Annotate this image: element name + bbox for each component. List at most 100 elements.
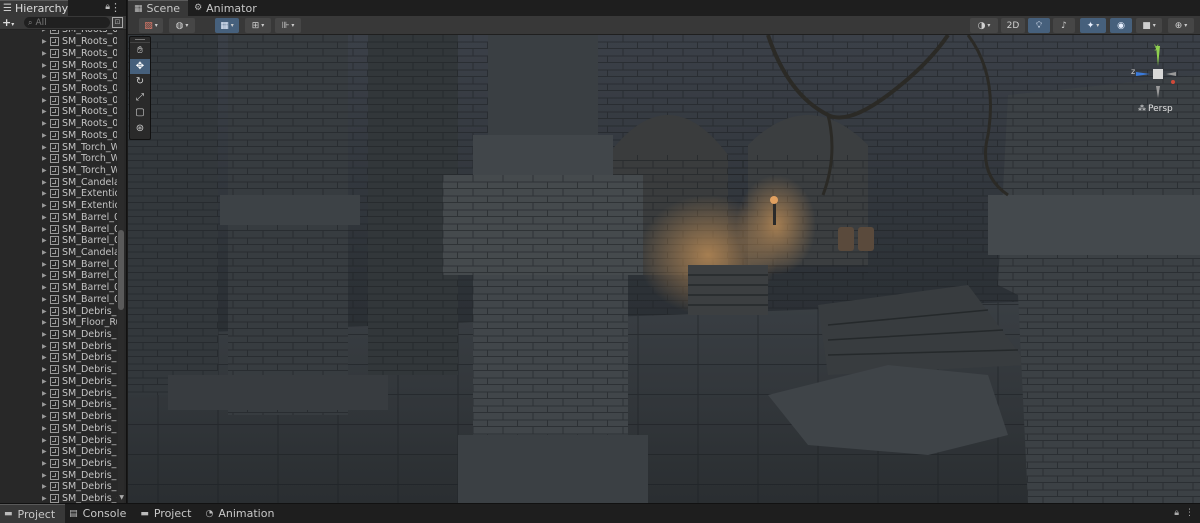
expand-arrow-icon[interactable]: ▶: [42, 202, 47, 209]
expand-arrow-icon[interactable]: ▶: [42, 272, 47, 279]
hierarchy-item[interactable]: ▶ SM_Barrel_0: [0, 282, 117, 294]
expand-arrow-icon[interactable]: ▶: [42, 472, 47, 479]
hierarchy-item[interactable]: ▶ SM_Debris_0: [0, 422, 117, 434]
hierarchy-item[interactable]: ▶ SM_Roots_0: [0, 36, 117, 48]
effects-button[interactable]: ✦ ▾: [1080, 18, 1106, 33]
hierarchy-item[interactable]: ▶ SM_Debris_F: [0, 399, 117, 411]
expand-arrow-icon[interactable]: ▶: [42, 85, 47, 92]
projection-toggle[interactable]: ⁂ Persp: [1138, 104, 1173, 114]
expand-arrow-icon[interactable]: ▶: [42, 167, 47, 174]
hierarchy-item[interactable]: ▶ SM_Roots_0: [0, 118, 117, 130]
expand-arrow-icon[interactable]: ▶: [42, 108, 47, 115]
scene-visibility-icon[interactable]: ⊡: [112, 17, 123, 28]
hierarchy-item[interactable]: ▶ SM_Debris_0: [0, 469, 117, 481]
hierarchy-item[interactable]: ▶ SM_Debris_0: [0, 340, 117, 352]
lighting-toggle-button[interactable]: 💡︎: [1028, 18, 1050, 33]
expand-arrow-icon[interactable]: ▶: [42, 296, 47, 303]
expand-arrow-icon[interactable]: ▶: [42, 97, 47, 104]
scroll-down-icon[interactable]: ▼: [119, 494, 124, 501]
expand-arrow-icon[interactable]: ▶: [42, 331, 47, 338]
expand-arrow-icon[interactable]: ▶: [42, 214, 47, 221]
render-mode-button[interactable]: ◍ ▾: [169, 18, 195, 33]
hierarchy-item[interactable]: ▶ SM_Extentio: [0, 200, 117, 212]
hierarchy-item[interactable]: ▶ SM_Debris_0: [0, 446, 117, 458]
hierarchy-item[interactable]: ▶ SM_Debris_0: [0, 458, 117, 470]
expand-arrow-icon[interactable]: ▶: [42, 319, 47, 326]
hierarchy-item[interactable]: ▶ SM_Roots_0: [0, 71, 117, 83]
hierarchy-item[interactable]: ▶ SM_Debris_0: [0, 305, 117, 317]
expand-arrow-icon[interactable]: ▶: [42, 237, 47, 244]
tab-console[interactable]: ▤ Console: [65, 504, 136, 523]
more-options-icon[interactable]: ⋮: [110, 1, 121, 14]
hierarchy-item[interactable]: ▶ SM_Debris_F: [0, 387, 117, 399]
hierarchy-item[interactable]: ▶ SM_Barrel_0: [0, 223, 117, 235]
expand-arrow-icon[interactable]: ▶: [42, 38, 47, 45]
expand-arrow-icon[interactable]: ▶: [42, 284, 47, 291]
hierarchy-item[interactable]: ▶ SM_Roots_0: [0, 129, 117, 141]
hierarchy-item[interactable]: ▶ SM_Barrel_0: [0, 294, 117, 306]
hierarchy-item[interactable]: ▶ SM_Debris_F: [0, 376, 117, 388]
expand-arrow-icon[interactable]: ▶: [42, 261, 47, 268]
hierarchy-item[interactable]: ▶ SM_Candela: [0, 176, 117, 188]
hierarchy-item[interactable]: ▶ SM_Torch_W: [0, 165, 117, 177]
hierarchy-item[interactable]: ▶ SM_Extentio: [0, 188, 117, 200]
move-tool-button[interactable]: ✥: [130, 58, 150, 74]
hierarchy-item[interactable]: ▶ SM_Debris_0: [0, 481, 117, 493]
expand-arrow-icon[interactable]: ▶: [42, 179, 47, 186]
hierarchy-item[interactable]: ▶ SM_Debris_F: [0, 352, 117, 364]
draw-mode-button[interactable]: ▧ ▾: [139, 18, 163, 33]
expand-arrow-icon[interactable]: ▶: [42, 144, 47, 151]
expand-arrow-icon[interactable]: ▶: [42, 448, 47, 455]
tab-project[interactable]: ▬ Project: [0, 504, 66, 523]
expand-arrow-icon[interactable]: ▶: [42, 73, 47, 80]
hierarchy-item[interactable]: ▶ SM_Roots_0: [0, 83, 117, 95]
tab-animation[interactable]: ◔ Animation: [202, 504, 285, 523]
hierarchy-item[interactable]: ▶ SM_Barrel_0: [0, 258, 117, 270]
hierarchy-item[interactable]: ▶ SM_Debris_F: [0, 364, 117, 376]
expand-arrow-icon[interactable]: ▶: [42, 495, 47, 502]
expand-arrow-icon[interactable]: ▶: [42, 343, 47, 350]
gizmos-button[interactable]: ⊕ ▾: [1168, 18, 1194, 33]
shading-mode-button[interactable]: ◑ ▾: [970, 18, 998, 33]
hierarchy-scrollbar[interactable]: [118, 30, 124, 503]
expand-arrow-icon[interactable]: ▶: [42, 413, 47, 420]
expand-arrow-icon[interactable]: ▶: [42, 483, 47, 490]
expand-arrow-icon[interactable]: ▶: [42, 390, 47, 397]
rect-tool-button[interactable]: ▢: [130, 105, 150, 121]
hierarchy-item[interactable]: ▶ SM_Barrel_0: [0, 235, 117, 247]
expand-arrow-icon[interactable]: ▶: [42, 308, 47, 315]
snap-button[interactable]: ⊞ ▾: [245, 18, 271, 33]
expand-arrow-icon[interactable]: ▶: [42, 366, 47, 373]
scene-visibility-toggle[interactable]: ◉: [1110, 18, 1132, 33]
expand-arrow-icon[interactable]: ▶: [42, 155, 47, 162]
more-options-icon[interactable]: ⋮: [1185, 508, 1194, 518]
expand-arrow-icon[interactable]: ▶: [42, 62, 47, 69]
hierarchy-item[interactable]: ▶ SM_Debris_C: [0, 493, 117, 503]
expand-arrow-icon[interactable]: ▶: [42, 249, 47, 256]
hierarchy-item[interactable]: ▶ SM_Roots_0: [0, 106, 117, 118]
expand-arrow-icon[interactable]: ▶: [42, 378, 47, 385]
mode-2d-button[interactable]: 2D: [1001, 18, 1025, 33]
grid-toggle-button[interactable]: ▦ ▾: [215, 18, 239, 33]
expand-arrow-icon[interactable]: ▶: [42, 30, 47, 33]
add-object-button[interactable]: +▾: [2, 16, 18, 29]
hierarchy-item[interactable]: ▶ SM_Roots_0: [0, 47, 117, 59]
expand-arrow-icon[interactable]: ▶: [42, 401, 47, 408]
scene-viewport[interactable]: [128, 35, 1200, 503]
expand-arrow-icon[interactable]: ▶: [42, 437, 47, 444]
hierarchy-item[interactable]: ▶ SM_Roots_0: [0, 94, 117, 106]
hierarchy-item[interactable]: ▶ SM_Barrel_0: [0, 270, 117, 282]
tab-scene[interactable]: ▦ Scene: [128, 0, 189, 16]
expand-arrow-icon[interactable]: ▶: [42, 132, 47, 139]
tab-project-2[interactable]: ▬ Project: [136, 504, 201, 523]
hierarchy-item[interactable]: ▶ SM_Barrel_0: [0, 212, 117, 224]
hierarchy-item[interactable]: ▶ SM_Torch_W: [0, 141, 117, 153]
hierarchy-item[interactable]: ▶ SM_Floor_Ru: [0, 317, 117, 329]
hierarchy-item[interactable]: ▶ SM_Roots_0: [0, 59, 117, 71]
hierarchy-search-input[interactable]: ⌕ All: [24, 17, 110, 28]
audio-toggle-button[interactable]: ♪: [1053, 18, 1075, 33]
camera-settings-button[interactable]: ■ ▾: [1136, 18, 1162, 33]
expand-arrow-icon[interactable]: ▶: [42, 354, 47, 361]
expand-arrow-icon[interactable]: ▶: [42, 226, 47, 233]
scale-tool-button[interactable]: ⤢: [130, 90, 150, 106]
